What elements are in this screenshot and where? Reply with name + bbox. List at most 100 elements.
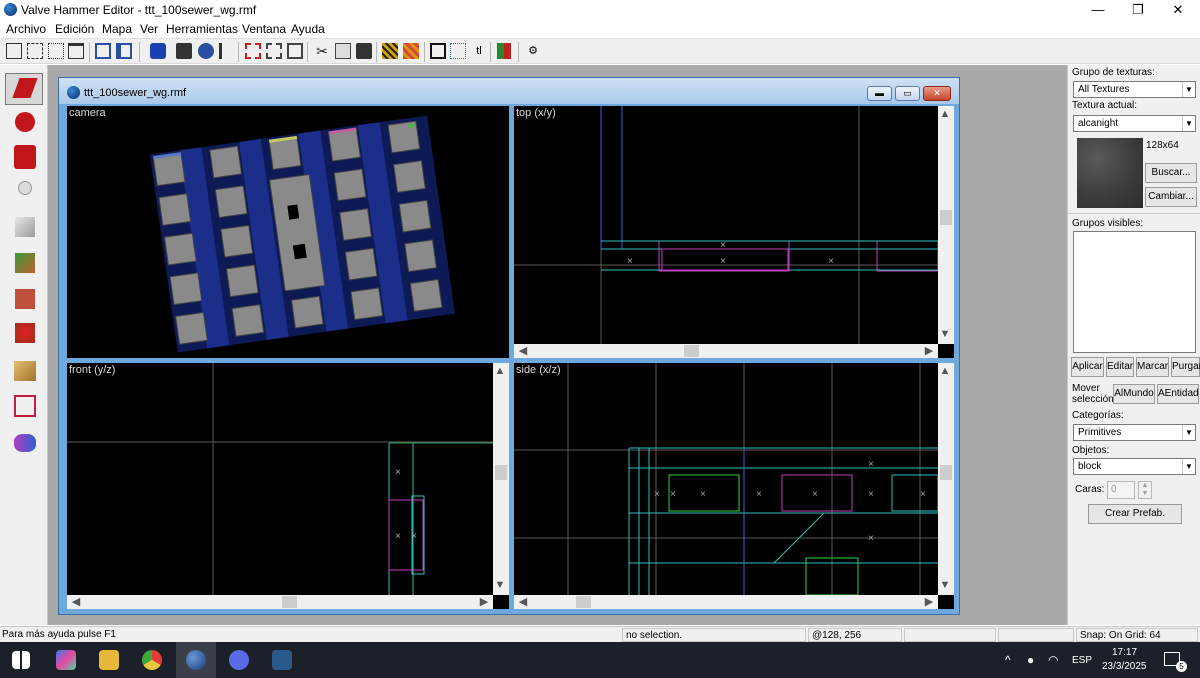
chevron-up-icon[interactable]: ^	[1005, 653, 1011, 667]
options-icon[interactable]: ⚙	[525, 43, 541, 59]
create-prefab-button[interactable]: Crear Prefab.	[1088, 504, 1182, 524]
selection-box-icon[interactable]	[430, 43, 446, 59]
scroll-thumb[interactable]	[684, 345, 699, 357]
menu-archivo[interactable]: Archivo	[6, 22, 46, 36]
scroll-left-arrow[interactable]: ◀	[516, 344, 530, 357]
texture-lock-icon[interactable]	[150, 43, 166, 59]
scroll-thumb[interactable]	[940, 465, 952, 480]
larger-grid-icon[interactable]	[68, 43, 84, 59]
carve-icon[interactable]	[95, 43, 111, 59]
windows-start-icon[interactable]	[12, 651, 30, 669]
scroll-right-arrow[interactable]: ▶	[922, 595, 936, 608]
wifi-icon[interactable]: ◠	[1048, 653, 1058, 667]
block-tool[interactable]	[5, 211, 43, 243]
to-entity-button[interactable]: AEntidad	[1157, 384, 1199, 404]
discord-icon[interactable]	[229, 650, 249, 670]
mark-button[interactable]: Marcar	[1136, 357, 1169, 377]
front-horizontal-scrollbar[interactable]: ◀ ▶	[67, 595, 493, 609]
cut-icon[interactable]: ✂	[314, 43, 330, 59]
check-problems-icon[interactable]	[198, 43, 214, 59]
copilot-icon[interactable]	[56, 650, 76, 670]
vertex-tool[interactable]	[5, 390, 43, 422]
document-close-button[interactable]: ✕	[923, 86, 951, 101]
objects-select[interactable]: block ▼	[1073, 458, 1196, 475]
hide-selected-icon[interactable]	[245, 43, 261, 59]
to-world-button[interactable]: AlMundo	[1113, 384, 1155, 404]
microphone-icon[interactable]: ●	[1027, 653, 1034, 667]
scroll-down-arrow[interactable]: ▼	[493, 579, 507, 591]
entity-report-icon[interactable]	[176, 43, 192, 59]
scroll-up-arrow[interactable]: ▲	[493, 365, 507, 377]
scroll-left-arrow[interactable]: ◀	[516, 595, 530, 608]
current-texture-select[interactable]: alcanight ▼	[1073, 115, 1196, 132]
front-viewport[interactable]: × × × front (y/z) ▲ ▼ ◀ ▶	[67, 363, 509, 609]
language-indicator[interactable]: ESP	[1072, 655, 1092, 666]
apply-button[interactable]: Aplicar	[1071, 357, 1104, 377]
scroll-right-arrow[interactable]: ▶	[477, 595, 491, 608]
apply-texture-tool[interactable]	[5, 283, 43, 315]
decal-icon[interactable]	[403, 43, 419, 59]
menu-herramientas[interactable]: Herramientas	[166, 22, 238, 36]
scroll-thumb[interactable]	[495, 465, 507, 480]
decal-tool[interactable]	[5, 317, 43, 349]
faces-input[interactable]: 0	[1107, 481, 1135, 499]
scroll-thumb[interactable]	[282, 596, 297, 608]
clock-time[interactable]: 17:17	[1112, 647, 1137, 658]
scroll-left-arrow[interactable]: ◀	[69, 595, 83, 608]
menu-ventana[interactable]: Ventana	[242, 22, 286, 36]
scroll-down-arrow[interactable]: ▼	[938, 328, 952, 340]
faces-stepper[interactable]: ▲ ▼	[1138, 481, 1152, 499]
edit-button[interactable]: Editar	[1106, 357, 1134, 377]
magnify-tool[interactable]	[5, 107, 43, 139]
scroll-up-arrow[interactable]: ▲	[938, 365, 952, 377]
camera-viewport[interactable]: camera	[67, 106, 509, 358]
front-vertical-scrollbar[interactable]: ▲ ▼	[493, 363, 509, 595]
camera-tool[interactable]	[5, 141, 43, 173]
menu-edicion[interactable]: Edición	[55, 22, 94, 36]
menu-ver[interactable]: Ver	[140, 22, 158, 36]
file-explorer-icon[interactable]	[99, 650, 119, 670]
paste-icon[interactable]	[356, 43, 372, 59]
copy-icon[interactable]	[335, 43, 351, 59]
zoom-selection-icon[interactable]	[450, 43, 466, 59]
installer-icon[interactable]	[272, 650, 292, 670]
clock-date[interactable]: 23/3/2025	[1102, 661, 1147, 672]
top-vertical-scrollbar[interactable]: ▲ ▼	[938, 106, 954, 344]
selection-tool[interactable]	[5, 73, 43, 105]
hammer-taskbar-icon[interactable]	[186, 650, 206, 670]
run-map-icon[interactable]	[497, 43, 511, 59]
minimize-button[interactable]: —	[1078, 0, 1118, 20]
grid-toggle-icon[interactable]	[6, 43, 22, 59]
grid-3d-icon[interactable]	[27, 43, 43, 59]
top-viewport[interactable]: × × × × top (x/y) ▲ ▼ ◀ ▶	[514, 106, 954, 358]
group-icon[interactable]	[116, 43, 132, 59]
replace-button[interactable]: Cambiar...	[1145, 187, 1197, 207]
menu-ayuda[interactable]: Ayuda	[291, 22, 325, 36]
purge-button[interactable]: Purgar	[1171, 357, 1200, 377]
entity-tool[interactable]	[5, 176, 43, 208]
smaller-grid-icon[interactable]	[48, 43, 64, 59]
document-maximize-button[interactable]: ▭	[895, 86, 920, 101]
side-vertical-scrollbar[interactable]: ▲ ▼	[938, 363, 954, 595]
scroll-down-arrow[interactable]: ▼	[938, 579, 952, 591]
visgroups-list[interactable]	[1073, 231, 1196, 353]
top-horizontal-scrollbar[interactable]: ◀ ▶	[514, 344, 938, 358]
ignore-groups-icon[interactable]	[219, 43, 235, 59]
scroll-thumb[interactable]	[940, 210, 952, 225]
texture-application-icon[interactable]	[382, 43, 398, 59]
chrome-icon[interactable]	[142, 650, 162, 670]
categories-select[interactable]: Primitives ▼	[1073, 424, 1196, 441]
texture-lock-toggle-icon[interactable]: tl	[471, 43, 487, 59]
clip-tool[interactable]	[5, 355, 43, 387]
scroll-up-arrow[interactable]: ▲	[938, 108, 952, 120]
path-tool[interactable]	[5, 427, 43, 459]
hide-unselected-icon[interactable]	[266, 43, 282, 59]
document-minimize-button[interactable]: ▬	[867, 86, 892, 101]
browse-button[interactable]: Buscar...	[1145, 163, 1197, 183]
maximize-button[interactable]: ❐	[1118, 0, 1158, 20]
texture-tool[interactable]	[5, 247, 43, 279]
texture-group-select[interactable]: All Textures ▼	[1073, 81, 1196, 98]
close-button[interactable]: ✕	[1158, 0, 1198, 20]
scroll-right-arrow[interactable]: ▶	[922, 344, 936, 357]
side-viewport[interactable]: × × × × × × × × × side (x/z) ▲ ▼ ◀ ▶	[514, 363, 954, 609]
